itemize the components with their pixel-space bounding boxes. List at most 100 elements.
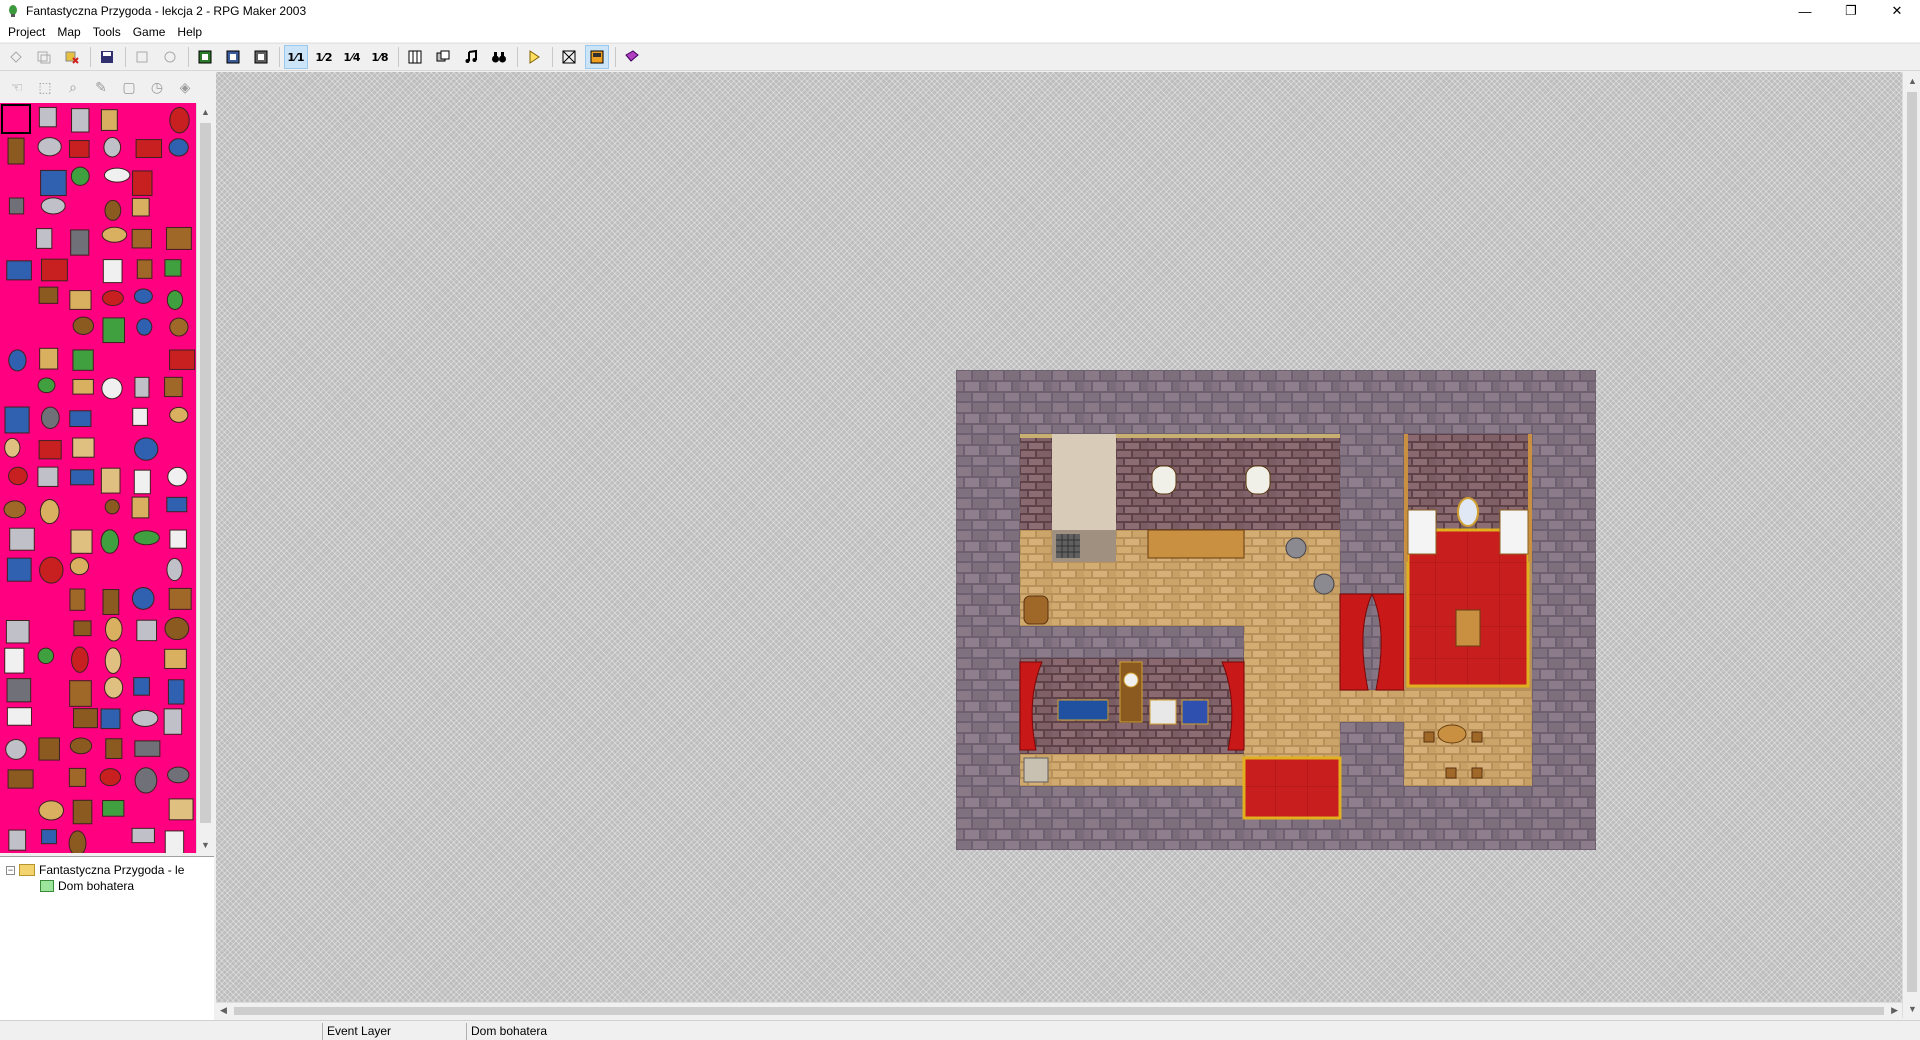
chipset-tile[interactable]	[164, 259, 182, 277]
chipset-tile[interactable]	[135, 139, 163, 158]
zoom-1-1-button[interactable]: 1⁄1	[284, 45, 308, 69]
chipset-tile[interactable]	[36, 228, 53, 249]
chipset-tile[interactable]	[8, 349, 27, 372]
zoom-1-4-button[interactable]: 1⁄4	[340, 45, 364, 69]
save-button[interactable]	[95, 45, 119, 69]
chipset-tile[interactable]	[102, 317, 125, 344]
select-tool-button[interactable]: ☜	[6, 76, 28, 98]
chipset-tile[interactable]	[169, 406, 189, 423]
chipset-tile[interactable]	[72, 437, 95, 458]
chipset-tile[interactable]	[100, 708, 121, 730]
chipset-tile[interactable]	[7, 137, 25, 165]
chipset-tile[interactable]	[105, 616, 123, 642]
tree-item-map[interactable]: Dom bohatera	[40, 879, 134, 893]
chipset-tile[interactable]	[166, 557, 183, 582]
chipset-tile[interactable]	[69, 290, 92, 310]
horizontal-scroll-thumb[interactable]	[234, 1007, 1884, 1015]
chipset-tile[interactable]	[164, 376, 183, 398]
chipset-tile[interactable]	[9, 527, 35, 551]
chipset-tile[interactable]	[169, 106, 190, 134]
chipset-tile[interactable]	[68, 140, 90, 158]
chipset-tile[interactable]	[4, 406, 30, 434]
chipset-tile[interactable]	[70, 229, 90, 256]
chipset-tile[interactable]	[39, 347, 59, 370]
chipset-tile[interactable]	[102, 259, 123, 284]
chipset-tile[interactable]	[99, 768, 122, 787]
event-layer-button[interactable]	[249, 45, 273, 69]
redo-button[interactable]	[158, 45, 182, 69]
chipset-tile[interactable]	[164, 648, 187, 669]
chipset-tile[interactable]	[40, 197, 66, 215]
chipset-tile[interactable]	[72, 799, 93, 825]
chipset-tile[interactable]	[167, 766, 190, 784]
chipset-tile[interactable]	[38, 440, 62, 460]
chipset-tile[interactable]	[168, 138, 189, 157]
map-canvas[interactable]	[216, 72, 1902, 1018]
chipset-tile[interactable]	[69, 588, 86, 611]
rectangle-select-button[interactable]: ⬚	[34, 76, 56, 98]
menu-help[interactable]: Help	[171, 22, 208, 42]
chipset-tile[interactable]	[38, 737, 60, 761]
chipset-tile[interactable]	[103, 167, 131, 183]
chipset-tile[interactable]	[131, 496, 150, 519]
circle-tool-button[interactable]: ◷	[146, 76, 168, 98]
chipset-tile[interactable]	[7, 769, 34, 789]
chipset-tile[interactable]	[169, 317, 189, 337]
chipset-tile[interactable]	[39, 556, 64, 584]
chipset-tile[interactable]	[166, 226, 192, 250]
chipset-tile[interactable]	[5, 619, 30, 644]
close-project-button[interactable]	[60, 45, 84, 69]
chipset-tile[interactable]	[68, 767, 87, 787]
chipset-tile[interactable]	[38, 800, 64, 821]
chipset-tile[interactable]	[133, 469, 151, 495]
chipset-tile[interactable]	[72, 349, 94, 371]
playtest-button[interactable]	[522, 45, 546, 69]
chipset-tile[interactable]	[6, 707, 32, 726]
scroll-left-icon[interactable]: ◀	[220, 1005, 227, 1016]
chipset-tile[interactable]	[100, 529, 120, 554]
menu-project[interactable]: Project	[2, 22, 51, 42]
chipset-tile[interactable]	[70, 529, 93, 554]
chipset-tile[interactable]	[8, 466, 28, 486]
menu-tools[interactable]: Tools	[87, 22, 127, 42]
menu-map[interactable]: Map	[51, 22, 86, 42]
menu-game[interactable]: Game	[127, 22, 172, 42]
chipset-tile[interactable]	[104, 499, 120, 515]
chipset-tile[interactable]	[104, 199, 122, 221]
chipset-tile[interactable]	[37, 137, 62, 157]
chipset-tile[interactable]	[39, 499, 60, 525]
chipset-tile[interactable]	[4, 437, 21, 458]
chipset-tile[interactable]	[169, 349, 196, 370]
map-view[interactable]	[956, 370, 1596, 850]
lower-layer-button[interactable]	[193, 45, 217, 69]
chipset-tile[interactable]	[6, 260, 32, 281]
chipset-tile[interactable]	[131, 228, 152, 249]
scroll-up-icon[interactable]: ▲	[197, 103, 214, 120]
chipset-tile[interactable]	[105, 738, 123, 759]
scroll-right-icon[interactable]: ▶	[1891, 1005, 1898, 1016]
chipset-tile[interactable]	[131, 586, 155, 610]
chipset-tile[interactable]	[168, 587, 192, 610]
chipset-tile[interactable]	[69, 680, 92, 707]
chipset-tile[interactable]	[100, 467, 121, 494]
chipset-tile[interactable]	[101, 377, 123, 400]
close-button[interactable]: ✕	[1874, 0, 1920, 22]
chipset-tile[interactable]	[102, 589, 120, 615]
canvas-vertical-scrollbar[interactable]: ▲ ▼	[1902, 72, 1920, 1018]
chipset-tile[interactable]	[37, 647, 55, 665]
tree-item-project[interactable]: − Fantastyczna Przygoda - le	[6, 863, 184, 877]
undo-button[interactable]	[130, 45, 154, 69]
chipset-tile[interactable]	[134, 437, 159, 461]
resource-manager-button[interactable]	[431, 45, 455, 69]
chipset-tile[interactable]	[37, 377, 56, 394]
chipset-tile[interactable]	[38, 286, 59, 304]
chipset-tile[interactable]	[72, 316, 95, 335]
show-title-button[interactable]	[585, 45, 609, 69]
chipset-tile[interactable]	[4, 647, 25, 674]
open-project-button[interactable]	[32, 45, 56, 69]
chipset-tile[interactable]	[73, 620, 92, 637]
chipset-tile[interactable]	[134, 376, 150, 398]
fullscreen-button[interactable]	[557, 45, 581, 69]
chipset-tile[interactable]	[69, 737, 93, 755]
zoom-1-2-button[interactable]: 1⁄2	[312, 45, 336, 69]
